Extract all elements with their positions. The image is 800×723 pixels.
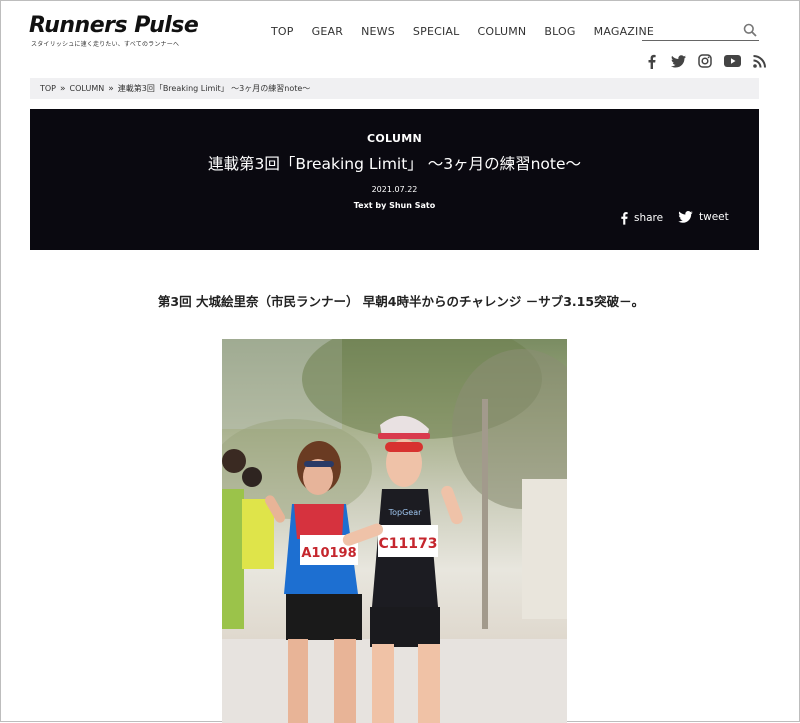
search-icon[interactable] [743, 22, 757, 41]
article-title: 連載第3回「Breaking Limit」 〜3ヶ月の練習note〜 [207, 155, 582, 173]
facebook-icon [620, 211, 628, 225]
tweet-label: tweet [699, 211, 729, 223]
social-links [641, 52, 776, 70]
article-subtitle: 第3回 大城絵里奈（市民ランナー） 早朝4時半からのチャレンジ －サブ3.15突… [157, 294, 645, 309]
share-label: share [634, 212, 664, 224]
logo-text: Runners Pulse [29, 13, 199, 38]
nav-item-special[interactable]: SPECIAL [413, 25, 460, 38]
youtube-icon[interactable] [722, 52, 742, 70]
nav-item-news[interactable]: NEWS [361, 25, 395, 38]
nav-item-top[interactable]: TOP [271, 25, 294, 38]
article-photo: A10198 TopGear C11173 [222, 339, 567, 723]
breadcrumb-item-top[interactable]: TOP [40, 84, 56, 93]
bib-right-number: C11173 [379, 536, 438, 552]
shirt-text: TopGear [388, 508, 423, 517]
site-logo[interactable]: Runners Pulse スタイリッシュに速く走りたい、すべてのランナーへ [29, 13, 199, 48]
runners-illustration: A10198 TopGear C11173 [222, 339, 567, 723]
article-category: COLUMN [367, 132, 422, 145]
twitter-icon[interactable] [668, 52, 688, 70]
logo-tagline: スタイリッシュに速く走りたい、すべてのランナーへ [31, 41, 180, 48]
bib-left-number: A10198 [301, 546, 356, 561]
breadcrumb: TOP » COLUMN » 連載第3回「Breaking Limit」 〜3ヶ… [30, 78, 759, 99]
main-nav: TOP GEAR NEWS SPECIAL COLUMN BLOG MAGAZI… [271, 25, 672, 38]
facebook-icon[interactable] [641, 52, 661, 70]
breadcrumb-item-column[interactable]: COLUMN [70, 84, 105, 93]
tweet-button[interactable]: tweet [678, 211, 729, 223]
nav-item-blog[interactable]: BLOG [544, 25, 575, 38]
search-input[interactable] [642, 22, 742, 41]
breadcrumb-separator-icon: » [108, 83, 114, 94]
breadcrumb-item-current: 連載第3回「Breaking Limit」 〜3ヶ月の練習note〜 [117, 84, 311, 93]
share-button[interactable]: share [620, 211, 663, 225]
nav-item-column[interactable]: COLUMN [477, 25, 526, 38]
instagram-icon[interactable] [695, 52, 715, 70]
twitter-icon [678, 211, 693, 223]
article-date: 2021.07.22 [371, 185, 418, 194]
article-author: Text by Shun Sato [353, 201, 436, 210]
search-box [642, 20, 759, 41]
breadcrumb-separator-icon: » [60, 83, 66, 94]
nav-item-gear[interactable]: GEAR [312, 25, 343, 38]
article-hero: COLUMN 連載第3回「Breaking Limit」 〜3ヶ月の練習note… [30, 109, 759, 250]
rss-icon[interactable] [749, 52, 769, 70]
